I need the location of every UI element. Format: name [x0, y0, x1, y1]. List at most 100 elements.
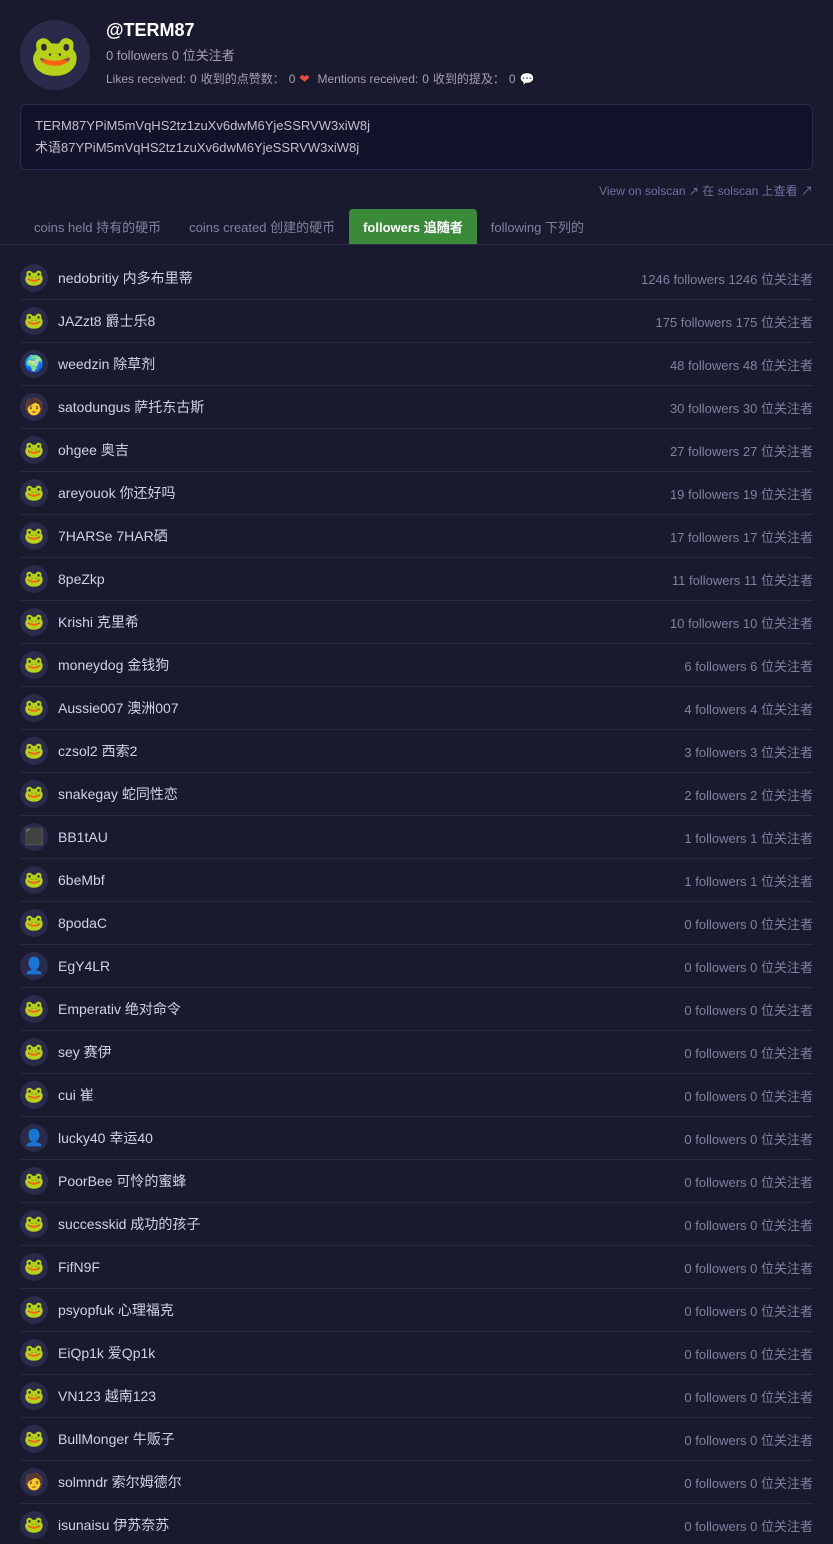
follower-row[interactable]: 🐸BullMonger 牛贩子0 followers 0 位关注者	[10, 1420, 823, 1458]
list-divider	[20, 1288, 813, 1289]
follower-stats: 1 followers 1 位关注者	[684, 871, 813, 890]
mentions-value: 0	[422, 72, 429, 86]
follower-name: EgY4LR	[58, 958, 674, 974]
follower-row[interactable]: 🐸moneydog 金钱狗6 followers 6 位关注者	[10, 646, 823, 684]
follower-avatar: 🐸	[20, 1339, 48, 1367]
follower-stats: 4 followers 4 位关注者	[684, 699, 813, 718]
list-divider	[20, 772, 813, 773]
follower-name: lucky40 幸运40	[58, 1128, 674, 1148]
follow-stats: 0 followers 0 位关注者	[106, 45, 813, 64]
follower-name: nedobritiy 内多布里蒂	[58, 268, 631, 288]
meta-stats: Likes received: 0 收到的点赞数： 0 ❤ Mentions r…	[106, 70, 813, 87]
follower-name: Aussie007 澳洲007	[58, 698, 674, 718]
follower-row[interactable]: 🐸areyouok 你还好吗19 followers 19 位关注者	[10, 474, 823, 512]
follower-row[interactable]: 🌍weedzin 除草剂48 followers 48 位关注者	[10, 345, 823, 383]
follower-avatar: 🐸	[20, 307, 48, 335]
list-divider	[20, 1245, 813, 1246]
list-divider	[20, 1116, 813, 1117]
follower-stats: 0 followers 0 位关注者	[684, 1301, 813, 1320]
solscan-text[interactable]: View on solscan ↗ 在 solscan 上查看 ↗	[599, 184, 813, 198]
profile-section: 🐸 @TERM87 0 followers 0 位关注者 Likes recei…	[0, 0, 833, 100]
follower-stats: 11 followers 11 位关注者	[672, 570, 813, 589]
likes-label: Likes received:	[106, 72, 186, 86]
nav-tab-1[interactable]: coins created 创建的硬币	[175, 209, 349, 244]
follower-name: 8podaC	[58, 915, 674, 931]
follower-name: areyouok 你还好吗	[58, 483, 660, 503]
avatar: 🐸	[20, 20, 90, 90]
address-box: TERM87YPiM5mVqHS2tz1zuXv6dwM6YjeSSRVW3xi…	[20, 104, 813, 170]
follower-name: weedzin 除草剂	[58, 354, 660, 374]
follower-avatar: ⬛	[20, 823, 48, 851]
follower-row[interactable]: 🐸isunaisu 伊苏奈苏0 followers 0 位关注者	[10, 1506, 823, 1544]
follower-row[interactable]: 🐸8peZkp11 followers 11 位关注者	[10, 560, 823, 598]
follower-avatar: 🐸	[20, 737, 48, 765]
follower-row[interactable]: 🐸 czsol2 西索2 3 followers 3 位关注者	[10, 732, 823, 770]
follower-avatar: 🐸	[20, 651, 48, 679]
list-divider	[20, 428, 813, 429]
follower-stats: 0 followers 0 位关注者	[684, 1387, 813, 1406]
follower-row[interactable]: 🐸ohgee 奥吉27 followers 27 位关注者	[10, 431, 823, 469]
list-divider	[20, 1503, 813, 1504]
list-divider	[20, 1202, 813, 1203]
follower-row[interactable]: 👤EgY4LR0 followers 0 位关注者	[10, 947, 823, 985]
follower-row[interactable]: 🐸snakegay 蛇同性恋2 followers 2 位关注者	[10, 775, 823, 813]
nav-tab-0[interactable]: coins held 持有的硬币	[20, 209, 175, 244]
address-line-2: 术语87YPiM5mVqHS2tz1zuXv6dwM6YjeSSRVW3xiW8…	[35, 137, 798, 159]
follower-row[interactable]: 🐸 Emperativ 绝对命令 0 followers 0 位关注者	[10, 990, 823, 1028]
follower-row[interactable]: 🐸sey 赛伊0 followers 0 位关注者	[10, 1033, 823, 1071]
follower-stats: 0 followers 0 位关注者	[684, 1430, 813, 1449]
follower-stats: 6 followers 6 位关注者	[684, 656, 813, 675]
list-divider	[20, 514, 813, 515]
bubble-icon: 💬	[520, 72, 535, 86]
follower-avatar: 🐸	[20, 1167, 48, 1195]
follower-row[interactable]: 🐸Aussie007 澳洲0074 followers 4 位关注者	[10, 689, 823, 727]
address-line-1: TERM87YPiM5mVqHS2tz1zuXv6dwM6YjeSSRVW3xi…	[35, 115, 798, 137]
follower-row[interactable]: 👤lucky40 幸运400 followers 0 位关注者	[10, 1119, 823, 1157]
username: @TERM87	[106, 20, 813, 41]
follower-row[interactable]: 🐸 psyopfuk 心理福克 0 followers 0 位关注者	[10, 1291, 823, 1329]
follower-row[interactable]: 🐸successkid 成功的孩子0 followers 0 位关注者	[10, 1205, 823, 1243]
follower-stats: 0 followers 0 位关注者	[684, 1086, 813, 1105]
mentions-label: Mentions received:	[318, 72, 419, 86]
follower-stats: 17 followers 17 位关注者	[670, 527, 813, 546]
follower-row[interactable]: 🧑satodungus 萨托东古斯30 followers 30 位关注者	[10, 388, 823, 426]
likes-cn-label: 收到的点赞数：	[201, 70, 285, 87]
follower-row[interactable]: 🐸Krishi 克里希10 followers 10 位关注者	[10, 603, 823, 641]
follower-row[interactable]: 🐸nedobritiy 内多布里蒂1246 followers 1246 位关注…	[10, 259, 823, 297]
follower-row[interactable]: 🐸8podaC0 followers 0 位关注者	[10, 904, 823, 942]
follower-name: BB1tAU	[58, 829, 674, 845]
follower-avatar: 🐸	[20, 1296, 48, 1324]
follower-row[interactable]: 🧑solmndr 索尔姆德尔0 followers 0 位关注者	[10, 1463, 823, 1501]
follower-row[interactable]: 🐸6beMbf1 followers 1 位关注者	[10, 861, 823, 899]
follower-row[interactable]: 🐸FifN9F0 followers 0 位关注者	[10, 1248, 823, 1286]
follower-avatar: 🌍	[20, 350, 48, 378]
list-divider	[20, 686, 813, 687]
likes-value: 0	[190, 72, 197, 86]
follower-row[interactable]: ⬛BB1tAU1 followers 1 位关注者	[10, 818, 823, 856]
nav-tab-2[interactable]: followers 追随者	[349, 209, 477, 244]
list-divider	[20, 815, 813, 816]
follower-stats: 3 followers 3 位关注者	[684, 742, 813, 761]
list-divider	[20, 1331, 813, 1332]
follower-avatar: 🐸	[20, 995, 48, 1023]
follower-stats: 0 followers 0 位关注者	[684, 1215, 813, 1234]
follower-row[interactable]: 🐸VN123 越南1230 followers 0 位关注者	[10, 1377, 823, 1415]
heart-icon: ❤	[299, 72, 309, 86]
follower-row[interactable]: 🐸PoorBee 可怜的蜜蜂0 followers 0 位关注者	[10, 1162, 823, 1200]
solscan-link[interactable]: View on solscan ↗ 在 solscan 上查看 ↗	[0, 178, 833, 209]
list-divider	[20, 342, 813, 343]
follower-name: snakegay 蛇同性恋	[58, 784, 674, 804]
follower-name: Emperativ 绝对命令	[58, 999, 674, 1019]
nav-tab-3[interactable]: following 下列的	[477, 209, 598, 244]
follower-row[interactable]: 🐸JAZzt8 爵士乐8175 followers 175 位关注者	[10, 302, 823, 340]
follower-stats: 0 followers 0 位关注者	[684, 1000, 813, 1019]
follower-stats: 0 followers 0 位关注者	[684, 1473, 813, 1492]
follower-name: czsol2 西索2	[58, 741, 674, 761]
follower-name: psyopfuk 心理福克	[58, 1300, 674, 1320]
follower-avatar: 👤	[20, 1124, 48, 1152]
follower-row[interactable]: 🐸7HARSe 7HAR硒17 followers 17 位关注者	[10, 517, 823, 555]
follower-avatar: 🐸	[20, 522, 48, 550]
follower-name: Krishi 克里希	[58, 612, 660, 632]
follower-row[interactable]: 🐸cui 崔0 followers 0 位关注者	[10, 1076, 823, 1114]
follower-row[interactable]: 🐸EiQp1k 爱Qp1k0 followers 0 位关注者	[10, 1334, 823, 1372]
